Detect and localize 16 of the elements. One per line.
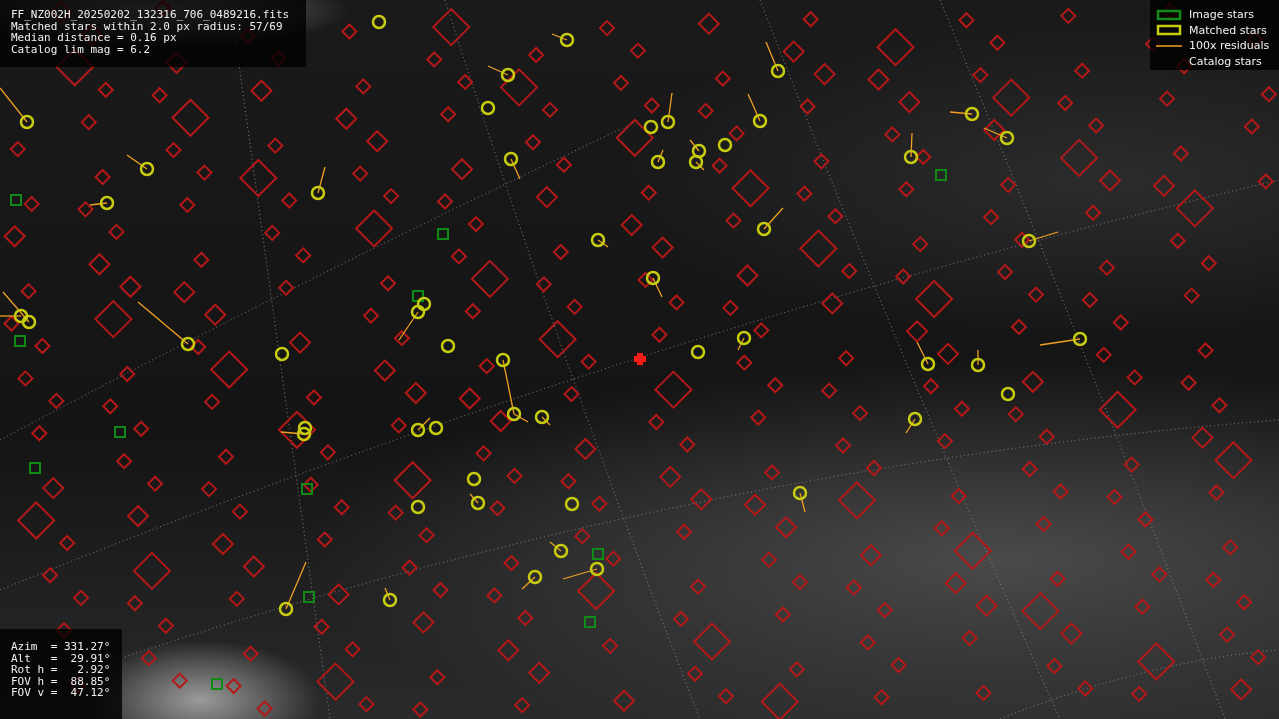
info-line: FOV v = 47.12°	[11, 687, 112, 699]
center-cross-icon	[634, 353, 646, 365]
info-line: Median distance = 0.16 px	[11, 32, 177, 44]
info-line: Catalog lim mag = 6.2	[11, 43, 152, 56]
info-line: Matched stars within 2.0 px radius: 57/69	[11, 20, 283, 33]
legend-label: Matched stars	[1189, 23, 1267, 37]
info-line: Azim = 331.27°	[11, 641, 112, 653]
image-swatch-icon	[1156, 8, 1182, 21]
info-line: Alt = 29.91°	[11, 652, 112, 665]
matched-swatch-icon	[1156, 24, 1182, 37]
info-line: Rot h = 2.92°	[11, 664, 112, 676]
legend-label: Image stars	[1189, 8, 1254, 22]
info-line: FF_NZ002H_20250202_132316_706_0489216.fits	[11, 9, 291, 21]
legend-label: 100x residuals	[1189, 39, 1270, 53]
legend-label: Catalog stars	[1189, 54, 1262, 68]
info-line: FOV h = 88.85°	[11, 675, 112, 688]
